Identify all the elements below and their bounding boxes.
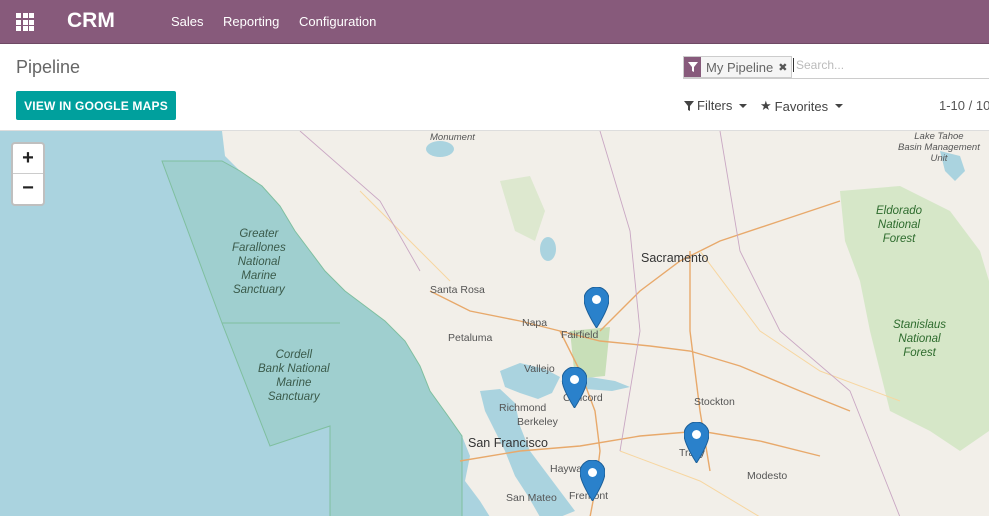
map-label-stockton: Stockton	[694, 396, 735, 408]
map-label-richmond: Richmond	[499, 402, 547, 414]
map-label-modesto: Modesto	[747, 470, 788, 482]
filter-icon	[684, 100, 694, 111]
filters-label: Filters	[697, 98, 733, 113]
map-tiles[interactable]	[0, 131, 989, 516]
map-label-santa-rosa: Santa Rosa	[430, 284, 485, 296]
map-label-cordell: Cordell Bank National Marine Sanctuary	[258, 349, 330, 403]
map-label-napa: Napa	[522, 317, 548, 329]
map-marker-icon[interactable]	[580, 460, 605, 501]
favorites-label: Favorites	[774, 98, 829, 114]
map-label-farallones: Greater Farallones National Marine Sanctuary	[232, 228, 286, 296]
map-zoom-control: + −	[11, 142, 45, 206]
map-label-lake-tahoe: Lake Tahoe Basin Management Unit	[898, 131, 980, 164]
favorites-dropdown[interactable]: ★ Favorites	[760, 98, 844, 114]
map-marker-icon[interactable]	[684, 422, 709, 463]
map-label-monument: Monument	[430, 132, 475, 143]
app-brand[interactable]: CRM	[67, 9, 115, 33]
map-label-berkeley: Berkeley	[517, 416, 558, 428]
search-facet: My Pipeline ✖	[683, 56, 793, 78]
search-bar: My Pipeline ✖	[683, 56, 989, 79]
filters-dropdown[interactable]: Filters	[684, 98, 748, 113]
menu-configuration[interactable]: Configuration	[299, 14, 376, 29]
star-icon: ★	[760, 98, 772, 113]
remove-facet-icon[interactable]: ✖	[778, 61, 791, 74]
map-label-san-francisco: San Francisco	[468, 436, 548, 450]
facet-value: My Pipeline	[706, 59, 774, 75]
map-label-san-mateo: San Mateo	[506, 492, 557, 504]
map-view[interactable]: Monument Lake Tahoe Basin Management Unit …	[0, 130, 989, 516]
map-label-fairfield: Fairfield	[561, 329, 599, 341]
menu-reporting[interactable]: Reporting	[223, 14, 279, 29]
breadcrumb: Pipeline	[16, 57, 81, 77]
menu-sales[interactable]: Sales	[171, 14, 204, 29]
caret-down-icon	[739, 103, 748, 108]
top-navbar: CRM Sales Reporting Configuration	[0, 0, 989, 44]
view-in-google-maps-button[interactable]: VIEW IN GOOGLE MAPS	[16, 91, 176, 120]
caret-down-icon	[835, 104, 844, 108]
pager-value[interactable]: 1-10 / 10	[939, 98, 989, 113]
map-label-vallejo: Vallejo	[524, 363, 555, 375]
map-label-petaluma: Petaluma	[448, 332, 493, 344]
search-input[interactable]	[793, 58, 986, 72]
zoom-out-button[interactable]: −	[13, 174, 43, 203]
filter-icon	[684, 57, 701, 77]
app-switcher-icon[interactable]	[16, 13, 34, 31]
zoom-in-button[interactable]: +	[13, 144, 43, 174]
map-marker-icon[interactable]	[562, 367, 587, 408]
map-label-stanislaus: Stanislaus National Forest	[893, 319, 947, 359]
map-label-eldorado: Eldorado National Forest	[876, 205, 923, 245]
map-label-sacramento: Sacramento	[641, 251, 709, 265]
map-marker-icon[interactable]	[584, 287, 609, 328]
